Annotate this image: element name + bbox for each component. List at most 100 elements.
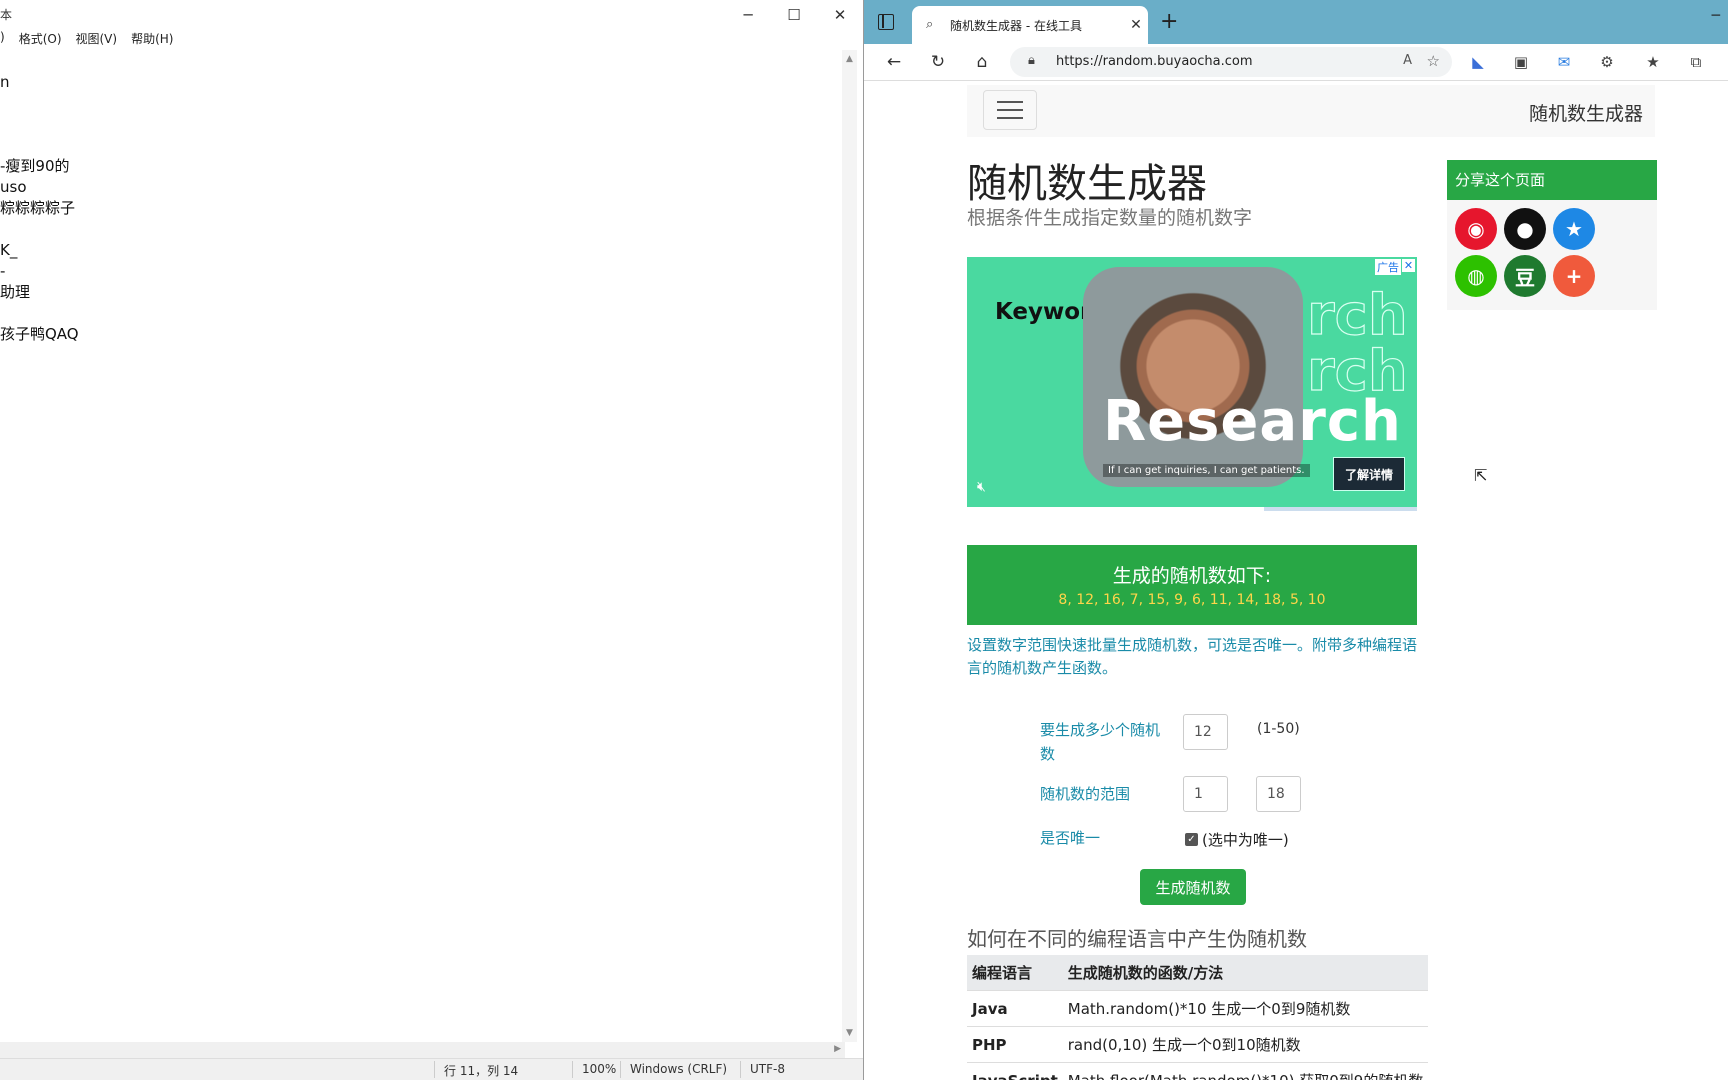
qq-icon[interactable]: ● bbox=[1504, 208, 1546, 250]
ad-progress-bar bbox=[967, 507, 1417, 511]
maximize-button[interactable]: ☐ bbox=[771, 0, 817, 30]
result-panel: 生成的随机数如下: 8, 12, 16, 7, 15, 9, 6, 11, 14… bbox=[967, 545, 1417, 625]
extension-reader-icon[interactable]: ▣ bbox=[1512, 53, 1530, 71]
table-cell: rand(0,10) 生成一个0到10随机数 bbox=[1062, 1026, 1429, 1063]
page-title: 随机数生成器 bbox=[967, 161, 1207, 207]
table-cell: Math.floor(Math.random()*10) 获取0到9的随机数 bbox=[1062, 1062, 1429, 1080]
page-subtitle: 根据条件生成指定数量的随机数字 bbox=[967, 207, 1253, 229]
more-share-icon[interactable]: + bbox=[1553, 255, 1595, 297]
extension-mail-icon[interactable]: ✉ bbox=[1555, 53, 1573, 71]
text-line bbox=[0, 219, 840, 240]
table-row: Java Math.random()*10 生成一个0到9随机数 bbox=[967, 990, 1429, 1027]
text-line: 助理 bbox=[0, 283, 31, 301]
menu-toggle-icon[interactable] bbox=[983, 90, 1037, 130]
text-line bbox=[0, 303, 840, 324]
extension-bookmark-icon[interactable]: ◣ bbox=[1469, 53, 1487, 71]
collections-icon[interactable]: ⧉ bbox=[1687, 53, 1705, 71]
tool-description: 设置数字范围快速批量生成随机数，可选是否唯一。附带多种编程语言的随机数产生函数。 bbox=[967, 636, 1418, 677]
text-line: K_ bbox=[0, 241, 18, 259]
line-ending: Windows (CRLF) bbox=[630, 1062, 728, 1076]
wechat-icon[interactable]: ◍ bbox=[1455, 255, 1497, 297]
tab-title: 随机数生成器 - 在线工具 bbox=[950, 18, 1082, 33]
url-text: https://random.buyaocha.com bbox=[1056, 54, 1253, 69]
refresh-icon[interactable]: ↻ bbox=[926, 50, 950, 74]
text-line bbox=[0, 114, 840, 135]
text-line bbox=[0, 93, 840, 114]
scroll-down-icon[interactable]: ▼ bbox=[842, 1028, 857, 1038]
read-aloud-icon[interactable]: A bbox=[1403, 53, 1412, 68]
qzone-icon[interactable]: ★ bbox=[1553, 208, 1595, 250]
count-input[interactable] bbox=[1183, 714, 1228, 750]
notepad-titlebar: 本 ─ ☐ ✕ bbox=[0, 0, 863, 30]
table-header: 编程语言 bbox=[967, 955, 1063, 991]
close-tab-icon[interactable]: ✕ bbox=[1124, 17, 1148, 33]
cursor-position: 行 11，列 14 bbox=[444, 1064, 519, 1078]
table-cell: PHP bbox=[967, 1026, 1063, 1063]
ad-portrait-image bbox=[1083, 267, 1303, 487]
scroll-up-icon[interactable]: ▲ bbox=[842, 54, 857, 64]
result-numbers: 8, 12, 16, 7, 15, 9, 6, 11, 14, 18, 5, 1… bbox=[1058, 592, 1326, 608]
table-row: PHP rand(0,10) 生成一个0到10随机数 bbox=[967, 1026, 1429, 1063]
vertical-scrollbar[interactable]: ▲ ▼ bbox=[842, 50, 857, 1042]
back-icon[interactable]: ← bbox=[882, 50, 906, 74]
menu-format[interactable]: 格式(O) bbox=[19, 30, 62, 50]
notepad-title: 本 bbox=[0, 8, 13, 22]
address-bar-row: ← ↻ ⌂ 🔒︎ https://random.buyaocha.com A ☆… bbox=[864, 44, 1728, 81]
home-icon[interactable]: ⌂ bbox=[970, 50, 994, 74]
ad-progress-fill bbox=[967, 507, 1264, 511]
result-title: 生成的随机数如下: bbox=[1112, 565, 1272, 587]
unique-checkbox-group[interactable]: ✓ (选中为唯一) bbox=[1185, 829, 1289, 850]
menu-help[interactable]: 帮助(H) bbox=[131, 30, 173, 50]
new-tab-icon[interactable]: + bbox=[1160, 10, 1178, 34]
status-divider bbox=[740, 1061, 741, 1078]
ad-caption: If I can get inquiries, I can get patien… bbox=[1103, 464, 1310, 477]
lock-icon[interactable]: 🔒︎ bbox=[1028, 53, 1035, 68]
unique-hint: (选中为唯一) bbox=[1202, 831, 1289, 849]
generate-button[interactable]: 生成随机数 bbox=[1140, 869, 1246, 905]
menu-view[interactable]: 视图(V) bbox=[76, 30, 118, 50]
count-label: 要生成多少个随机数 bbox=[1040, 721, 1161, 763]
close-button[interactable]: ✕ bbox=[817, 0, 863, 30]
ad-close-icon[interactable]: ✕ bbox=[1402, 259, 1415, 272]
extensions-icon[interactable]: ⚙ bbox=[1598, 53, 1616, 71]
table-cell: Java bbox=[967, 990, 1063, 1027]
weibo-icon[interactable]: ◉ bbox=[1455, 208, 1497, 250]
table-header-row: 编程语言 生成随机数的函数/方法 bbox=[967, 955, 1429, 991]
add-favorite-icon[interactable]: ☆ bbox=[1427, 52, 1440, 70]
ad-brand-text: Research bbox=[1103, 389, 1402, 454]
minimize-button[interactable]: ─ bbox=[725, 0, 771, 30]
site-brand[interactable]: 随机数生成器 bbox=[1529, 99, 1643, 126]
table-cell: Math.random()*10 生成一个0到9随机数 bbox=[1062, 990, 1429, 1027]
count-range-hint: (1-50) bbox=[1257, 721, 1300, 737]
language-table: 编程语言 生成随机数的函数/方法 Java Math.random()*10 生… bbox=[967, 955, 1429, 1080]
notepad-menubar: ) 格式(O) 视图(V) 帮助(H) bbox=[0, 30, 173, 50]
scroll-right-icon[interactable]: ▶ bbox=[834, 1044, 841, 1054]
unique-checkbox[interactable]: ✓ bbox=[1185, 833, 1198, 846]
horizontal-scrollbar[interactable]: ▶ bbox=[0, 1042, 845, 1059]
status-divider bbox=[620, 1061, 621, 1078]
text-line: - bbox=[0, 262, 6, 280]
tab-strip: ⌕ 随机数生成器 - 在线工具 ✕ + ─ bbox=[864, 0, 1728, 44]
ad-learn-more-button[interactable]: 了解详情 bbox=[1333, 457, 1405, 491]
notepad-text-area[interactable]: n -瘦到90的 uso 粽粽粽粽子 K_ - 助理 孩子鸭QAQ bbox=[0, 72, 840, 1040]
range-max-input[interactable] bbox=[1256, 776, 1301, 812]
range-min-input[interactable] bbox=[1183, 776, 1228, 812]
menu-edit[interactable]: ) bbox=[0, 30, 5, 50]
favorites-icon[interactable]: ★ bbox=[1644, 53, 1662, 71]
mute-icon[interactable]: 🔇︎ bbox=[977, 479, 986, 495]
douban-icon[interactable]: 豆 bbox=[1504, 255, 1546, 297]
ad-label[interactable]: 广告 bbox=[1375, 259, 1401, 275]
tab-actions-icon[interactable] bbox=[878, 14, 894, 30]
table-cell: JavaScript bbox=[967, 1062, 1063, 1080]
status-bar: 行 11，列 14 100% Windows (CRLF) UTF-8 bbox=[0, 1058, 863, 1080]
text-line: uso bbox=[0, 178, 27, 196]
status-divider bbox=[434, 1061, 435, 1078]
advertisement[interactable]: rch rch Keyword Research If I can get in… bbox=[967, 257, 1417, 511]
browser-minimize-button[interactable]: ─ bbox=[1712, 8, 1720, 24]
mouse-pointer-icon: ⇱ bbox=[1474, 466, 1488, 485]
url-field[interactable]: 🔒︎ https://random.buyaocha.com A ☆ bbox=[1010, 47, 1452, 77]
text-line bbox=[0, 135, 840, 156]
table-header: 生成随机数的函数/方法 bbox=[1062, 955, 1429, 991]
browser-window: ⌕ 随机数生成器 - 在线工具 ✕ + ─ ← ↻ ⌂ 🔒︎ https://r… bbox=[864, 0, 1728, 1080]
active-tab[interactable]: ⌕ 随机数生成器 - 在线工具 ✕ bbox=[912, 6, 1148, 44]
